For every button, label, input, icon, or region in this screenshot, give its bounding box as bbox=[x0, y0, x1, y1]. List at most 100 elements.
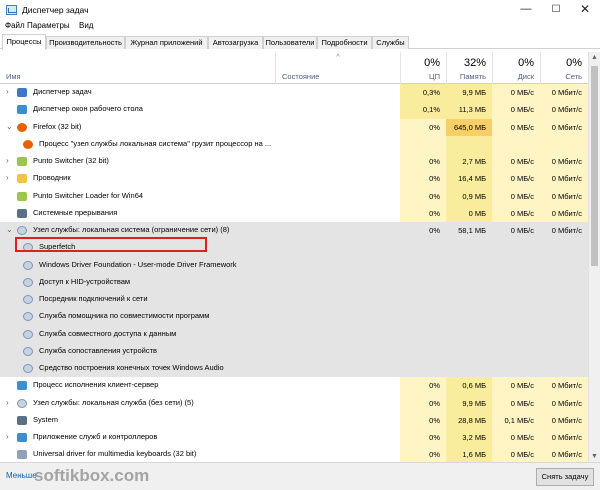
process-name: Punto Switcher Loader for Win64 bbox=[33, 190, 144, 200]
column-network[interactable]: 0% Сеть bbox=[540, 52, 588, 84]
cpu-cell: 0% bbox=[400, 187, 446, 205]
table-row[interactable]: Диспетчер окон рабочего стола 0,1% 11,3 МБ… bbox=[0, 101, 588, 119]
disk-cell bbox=[492, 308, 540, 325]
scroll-up-icon[interactable]: ▲ bbox=[591, 54, 598, 61]
table-row[interactable]: Служба сопоставления устройств bbox=[0, 342, 588, 360]
table-row[interactable]: System 0% 28,8 МБ 0,1 МБ/с 0 Мбит/с bbox=[0, 411, 588, 429]
network-cell: 0 Мбит/с bbox=[540, 429, 588, 447]
table-row[interactable]: › Проводник 0% 16,4 МБ 0 МБ/с 0 Мбит/с bbox=[0, 170, 588, 188]
process-name: Узел службы: локальная служба (без сети)… bbox=[33, 397, 194, 407]
scrollbar-thumb[interactable] bbox=[591, 66, 598, 266]
collapse-chevron-icon[interactable]: ⌄ bbox=[6, 225, 13, 234]
gear-icon bbox=[23, 346, 33, 356]
network-cell bbox=[540, 239, 588, 256]
disk-label: Диск bbox=[517, 72, 534, 81]
disk-cell bbox=[492, 274, 540, 291]
memory-cell: 0,9 МБ bbox=[446, 187, 492, 205]
column-header: Имя Состояние ^ 0% ЦП 32% Память 0% Диск… bbox=[0, 52, 588, 84]
cpu-cell: 0% bbox=[400, 411, 446, 429]
table-row[interactable]: › Приложение служб и контроллеров 0% 3,2 МБ… bbox=[0, 429, 588, 447]
menu-file[interactable]: Файл bbox=[5, 21, 25, 30]
tab-users[interactable]: Пользователи bbox=[263, 36, 317, 49]
table-row[interactable]: Служба совместного доступа к данным bbox=[0, 325, 588, 343]
tab-processes[interactable]: Процессы bbox=[2, 34, 46, 50]
task-manager-icon bbox=[17, 88, 27, 97]
table-row[interactable]: › Punto Switcher (32 bit) 0% 2,7 МБ 0 МБ/с 0 … bbox=[0, 153, 588, 171]
disk-cell: 0,1 МБ/с bbox=[492, 411, 540, 429]
table-row[interactable]: Посредник подключений к сети bbox=[0, 291, 588, 309]
network-cell: 0 Мбит/с bbox=[540, 411, 588, 429]
disk-cell: 0 МБ/с bbox=[492, 170, 540, 188]
menu-options[interactable]: Параметры bbox=[27, 21, 70, 30]
memory-cell: 11,3 МБ bbox=[446, 101, 492, 119]
cpu-label: ЦП bbox=[429, 72, 440, 81]
table-row[interactable]: Windows Driver Foundation - User-mode Dr… bbox=[0, 256, 588, 274]
disk-cell bbox=[492, 239, 540, 256]
table-row[interactable]: Служба помощника по совместимости програ… bbox=[0, 308, 588, 326]
system-icon bbox=[17, 208, 27, 218]
column-disk[interactable]: 0% Диск bbox=[492, 52, 540, 84]
column-cpu[interactable]: 0% ЦП bbox=[400, 52, 446, 84]
cpu-cell: 0% bbox=[400, 429, 446, 447]
close-button[interactable]: ✕ bbox=[570, 0, 600, 20]
expand-chevron-icon[interactable]: › bbox=[6, 87, 9, 96]
disk-cell bbox=[492, 257, 540, 274]
expand-chevron-icon[interactable]: › bbox=[6, 156, 9, 165]
process-name: Диспетчер окон рабочего стола bbox=[33, 104, 143, 114]
memory-cell: 645,0 МБ bbox=[446, 118, 492, 136]
scroll-down-icon[interactable]: ▼ bbox=[591, 453, 598, 460]
vertical-scrollbar[interactable]: ▲ ▼ bbox=[588, 52, 600, 462]
gear-icon bbox=[23, 329, 33, 339]
tab-services[interactable]: Службы bbox=[372, 36, 409, 49]
cpu-cell: 0,1% bbox=[400, 101, 446, 119]
expand-chevron-icon[interactable]: › bbox=[6, 173, 9, 182]
memory-cell bbox=[446, 291, 492, 308]
table-row[interactable]: Punto Switcher Loader for Win64 0% 0,9 МБ 0… bbox=[0, 187, 588, 205]
tab-app-history[interactable]: Журнал приложений bbox=[125, 36, 208, 49]
fewer-details-link[interactable]: Меньше bbox=[6, 471, 37, 480]
end-task-button[interactable]: Снять задачу bbox=[536, 468, 594, 486]
column-name[interactable]: Имя bbox=[0, 52, 275, 84]
tab-performance[interactable]: Производительность bbox=[46, 36, 125, 49]
table-row[interactable]: Процесс исполнения клиент-сервер 0% 0,6 МБ… bbox=[0, 377, 588, 395]
minimize-button[interactable]: — bbox=[511, 0, 541, 20]
menu-view[interactable]: Вид bbox=[79, 21, 93, 30]
process-name: Служба совместного доступа к данным bbox=[39, 328, 177, 338]
cpu-cell: 0% bbox=[400, 204, 446, 222]
table-row[interactable]: › Диспетчер задач 0,3% 9,9 МБ 0 МБ/с 0 Мбит/с bbox=[0, 84, 588, 102]
process-name: Firefox (32 bit) bbox=[33, 121, 82, 131]
maximize-button[interactable]: ☐ bbox=[541, 0, 571, 20]
network-cell: 0 Мбит/с bbox=[540, 84, 588, 102]
cpu-cell bbox=[400, 360, 446, 377]
cpu-cell: 0% bbox=[400, 377, 446, 395]
table-row[interactable]: Средство построения конечных точек Windo… bbox=[0, 360, 588, 378]
memory-cell bbox=[446, 360, 492, 377]
collapse-chevron-icon[interactable]: ⌄ bbox=[6, 122, 13, 131]
expand-chevron-icon[interactable]: › bbox=[6, 432, 9, 441]
column-status[interactable]: Состояние ^ bbox=[275, 52, 400, 84]
network-cell: 0 Мбит/с bbox=[551, 226, 582, 235]
network-cell bbox=[540, 274, 588, 291]
process-name: Узел службы: локальная система (ограниче… bbox=[33, 225, 230, 234]
disk-cell bbox=[492, 360, 540, 377]
expand-chevron-icon[interactable]: › bbox=[6, 398, 9, 407]
table-row[interactable]: Системные прерывания 0% 0 МБ 0 МБ/с 0 Мбит/с bbox=[0, 204, 588, 222]
tab-details[interactable]: Подробности bbox=[317, 36, 372, 49]
table-row[interactable]: Universal driver for multimedia keyboard… bbox=[0, 446, 588, 462]
memory-cell bbox=[446, 135, 492, 153]
memory-cell: 28,8 МБ bbox=[446, 411, 492, 429]
tab-startup[interactable]: Автозагрузка bbox=[208, 36, 263, 49]
cpu-cell bbox=[400, 239, 446, 256]
table-row[interactable]: › Узел службы: локальная служба (без сети… bbox=[0, 394, 588, 412]
table-row[interactable]: Доступ к HID-устройствам bbox=[0, 273, 588, 291]
process-name: Windows Driver Foundation - User-mode Dr… bbox=[39, 259, 237, 269]
disk-cell bbox=[492, 326, 540, 343]
process-name: Диспетчер задач bbox=[33, 87, 92, 96]
table-row[interactable]: ⌄ Firefox (32 bit) 0% 645,0 МБ 0 МБ/с 0 Мбит/… bbox=[0, 118, 588, 136]
table-row[interactable]: Процесс "узел службы локальная система" … bbox=[0, 135, 588, 153]
window-icon bbox=[17, 433, 27, 442]
column-memory[interactable]: 32% Память bbox=[446, 52, 492, 84]
cpu-cell: 0% bbox=[400, 394, 446, 412]
process-name: Universal driver for multimedia keyboard… bbox=[33, 449, 197, 459]
memory-cell: 9,9 МБ bbox=[446, 394, 492, 412]
